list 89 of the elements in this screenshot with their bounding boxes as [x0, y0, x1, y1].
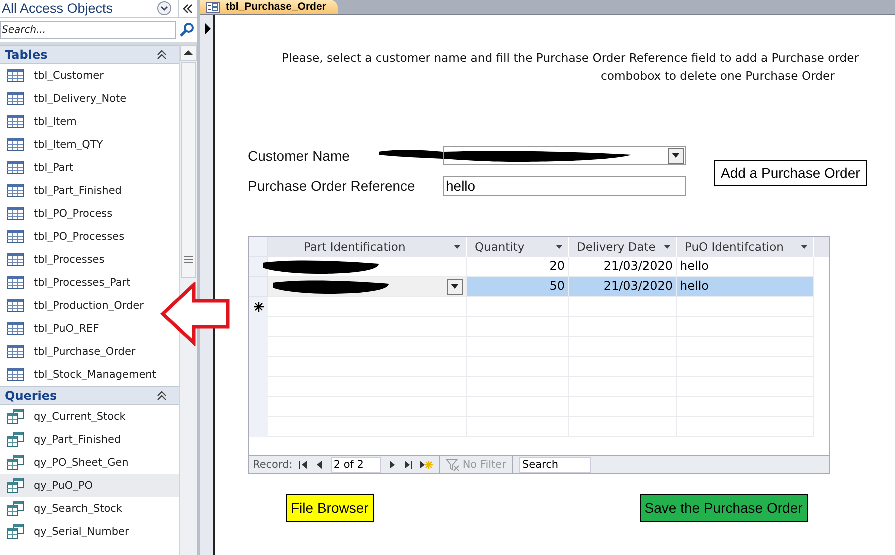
last-record-icon[interactable]: [402, 460, 413, 470]
field-label: Customer Name: [248, 148, 351, 164]
record-position-field[interactable]: 2 of 2: [330, 456, 381, 472]
grip-icon: [184, 256, 193, 263]
dropdown-icon[interactable]: [157, 1, 172, 16]
table-icon: [7, 345, 24, 358]
query-icon: [7, 409, 24, 424]
form-icon: [206, 2, 220, 12]
table-cell: hello: [677, 277, 814, 297]
previous-record-icon[interactable]: [314, 460, 325, 470]
table-icon: [7, 276, 24, 289]
table-icon: [7, 322, 24, 335]
navigation-item[interactable]: tbl_Stock_Management: [0, 363, 162, 386]
navigation-item[interactable]: qy_PO_Sheet_Gen: [0, 451, 135, 474]
scroll-up-icon[interactable]: [180, 45, 197, 61]
customer-combobox[interactable]: [443, 146, 686, 165]
table-cell: 21/03/2020: [569, 277, 677, 297]
caret-icon: [664, 245, 671, 249]
search-icon[interactable]: [179, 22, 195, 38]
navigation-item[interactable]: tbl_PO_Process: [0, 202, 119, 225]
query-icon: [7, 524, 24, 539]
table-icon: [7, 161, 24, 174]
navigation-item[interactable]: tbl_Delivery_Note: [0, 87, 133, 110]
caret-icon: [454, 245, 461, 249]
navigation-item[interactable]: tbl_Item_QTY: [0, 133, 110, 156]
double-chevron-up-icon: [157, 50, 167, 60]
add-purchase-order-button[interactable]: Add a Purchase Order: [714, 160, 868, 186]
navigation-item[interactable]: tbl_Processes: [0, 248, 111, 271]
record-label: Record:: [253, 458, 293, 470]
navigation-item[interactable]: tbl_Part: [0, 156, 80, 179]
group-header[interactable]: Queries: [0, 386, 179, 405]
table-cell: 50: [467, 277, 569, 297]
table-icon: [7, 115, 24, 128]
new-record-icon[interactable]: [418, 460, 433, 470]
field-label: Purchase Order Reference: [248, 178, 416, 194]
column-header[interactable]: Quantity: [467, 237, 569, 257]
table-icon: [7, 207, 24, 220]
table-icon: [7, 368, 24, 381]
record-selector[interactable]: [200, 15, 215, 555]
query-icon: [7, 432, 24, 447]
instruction-text: combobox to delete one Purchase Order: [601, 68, 835, 85]
navigation-item[interactable]: qy_Part_Finished: [0, 428, 128, 451]
reference-field[interactable]: hello: [443, 176, 686, 196]
navigation-item[interactable]: tbl_Customer: [0, 64, 110, 87]
table-icon: [7, 253, 24, 266]
query-icon: [7, 455, 24, 470]
navigation-item[interactable]: tbl_Production_Order: [0, 294, 150, 317]
search-field[interactable]: Search: [519, 456, 592, 472]
current-record-icon: [204, 23, 212, 35]
double-chevron-left-icon: [183, 4, 193, 14]
navigation-item[interactable]: tbl_PuO_REF: [0, 317, 106, 340]
column-header[interactable]: PuO Identifcation: [677, 237, 814, 257]
double-chevron-up-icon: [157, 390, 167, 400]
navigation-item[interactable]: tbl_PO_Processes: [0, 225, 131, 248]
document-tab[interactable]: tbl_Purchase_Order: [200, 0, 338, 14]
group-header[interactable]: Tables: [0, 45, 179, 64]
first-record-icon[interactable]: [298, 460, 309, 470]
search-field[interactable]: Search...: [0, 21, 176, 39]
navigation-item[interactable]: qy_Serial_Number: [0, 520, 136, 543]
scrollbar[interactable]: [179, 45, 197, 555]
row-selector[interactable]: [249, 257, 268, 277]
navigation-item[interactable]: tbl_Item: [0, 110, 83, 133]
caret-icon: [801, 245, 808, 249]
table-icon: [7, 69, 24, 82]
navigation-item[interactable]: tbl_Processes_Part: [0, 271, 137, 294]
query-icon: [7, 478, 24, 493]
column-header[interactable]: Part Identification: [268, 237, 467, 257]
action-button[interactable]: Save the Purchase Order: [640, 494, 808, 522]
navigation-item[interactable]: tbl_Part_Finished: [0, 179, 128, 202]
table-icon: [7, 184, 24, 197]
pane-title[interactable]: All Access Objects: [2, 1, 157, 16]
query-icon: [7, 501, 24, 516]
action-button[interactable]: File Browser: [286, 494, 374, 522]
table-icon: [7, 230, 24, 243]
column-header[interactable]: Delivery Date: [569, 237, 677, 257]
scrollbar-thumb[interactable]: [181, 62, 196, 278]
table-icon: [7, 138, 24, 151]
navigation-item[interactable]: qy_Current_Stock: [0, 405, 132, 428]
caret-icon: [451, 284, 459, 289]
navigation-item[interactable]: qy_Search_Stock: [0, 497, 129, 520]
new-record-icon: [254, 302, 264, 312]
instruction-text: Please, select a customer name and fill the Purchase Order Reference field to add a Purchase order: [282, 50, 860, 67]
caret-icon: [556, 245, 563, 249]
caret-icon: [672, 153, 680, 158]
navigation-item[interactable]: qy_PuO_PO: [0, 474, 179, 497]
table-icon: [7, 92, 24, 105]
navigation-item[interactable]: tbl_Purchase_Order: [0, 340, 142, 363]
table-icon: [7, 299, 24, 312]
funnel-icon: [446, 458, 460, 470]
